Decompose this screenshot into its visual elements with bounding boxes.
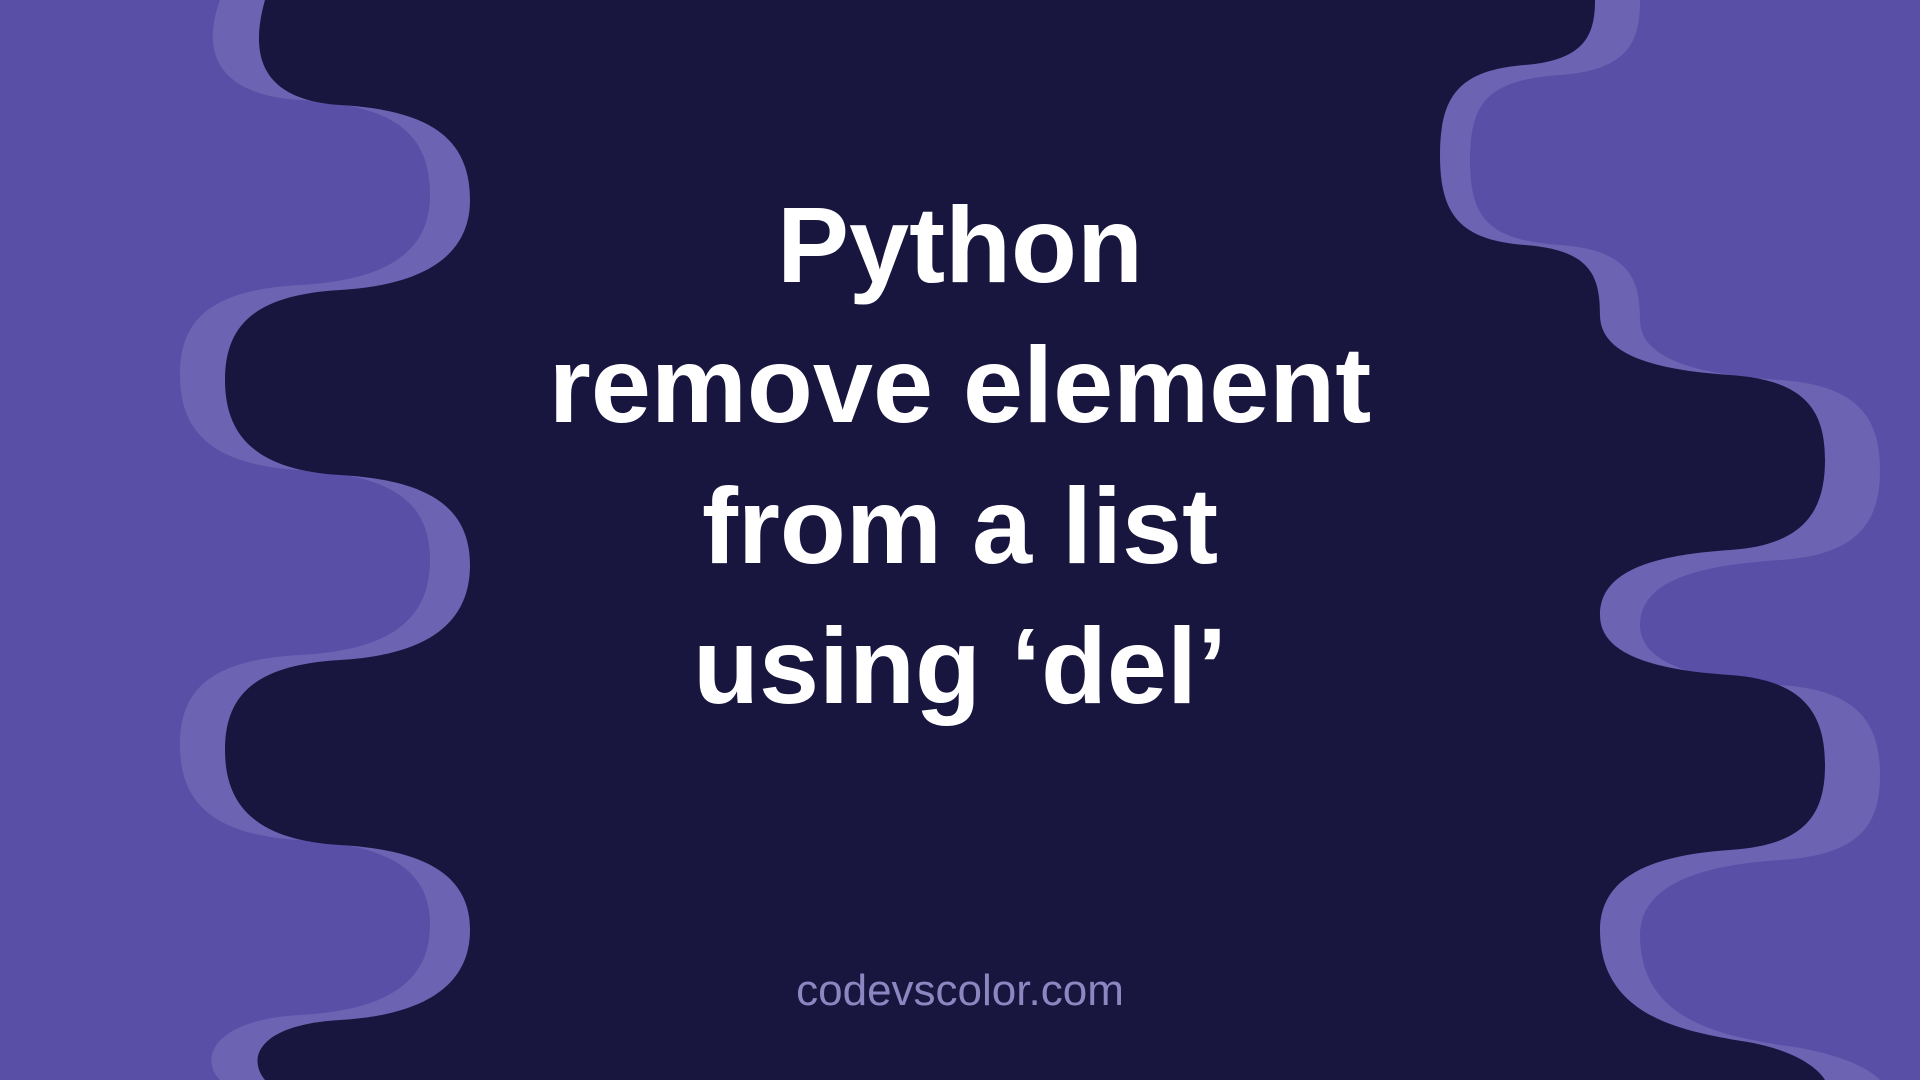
title-line-3: from a list xyxy=(0,456,1920,596)
attribution: codevscolor.com xyxy=(0,966,1920,1016)
title-line-4: using ‘del’ xyxy=(0,596,1920,736)
title-line-1: Python xyxy=(0,175,1920,315)
main-title: Python remove element from a list using … xyxy=(0,175,1920,737)
title-line-2: remove element xyxy=(0,315,1920,455)
